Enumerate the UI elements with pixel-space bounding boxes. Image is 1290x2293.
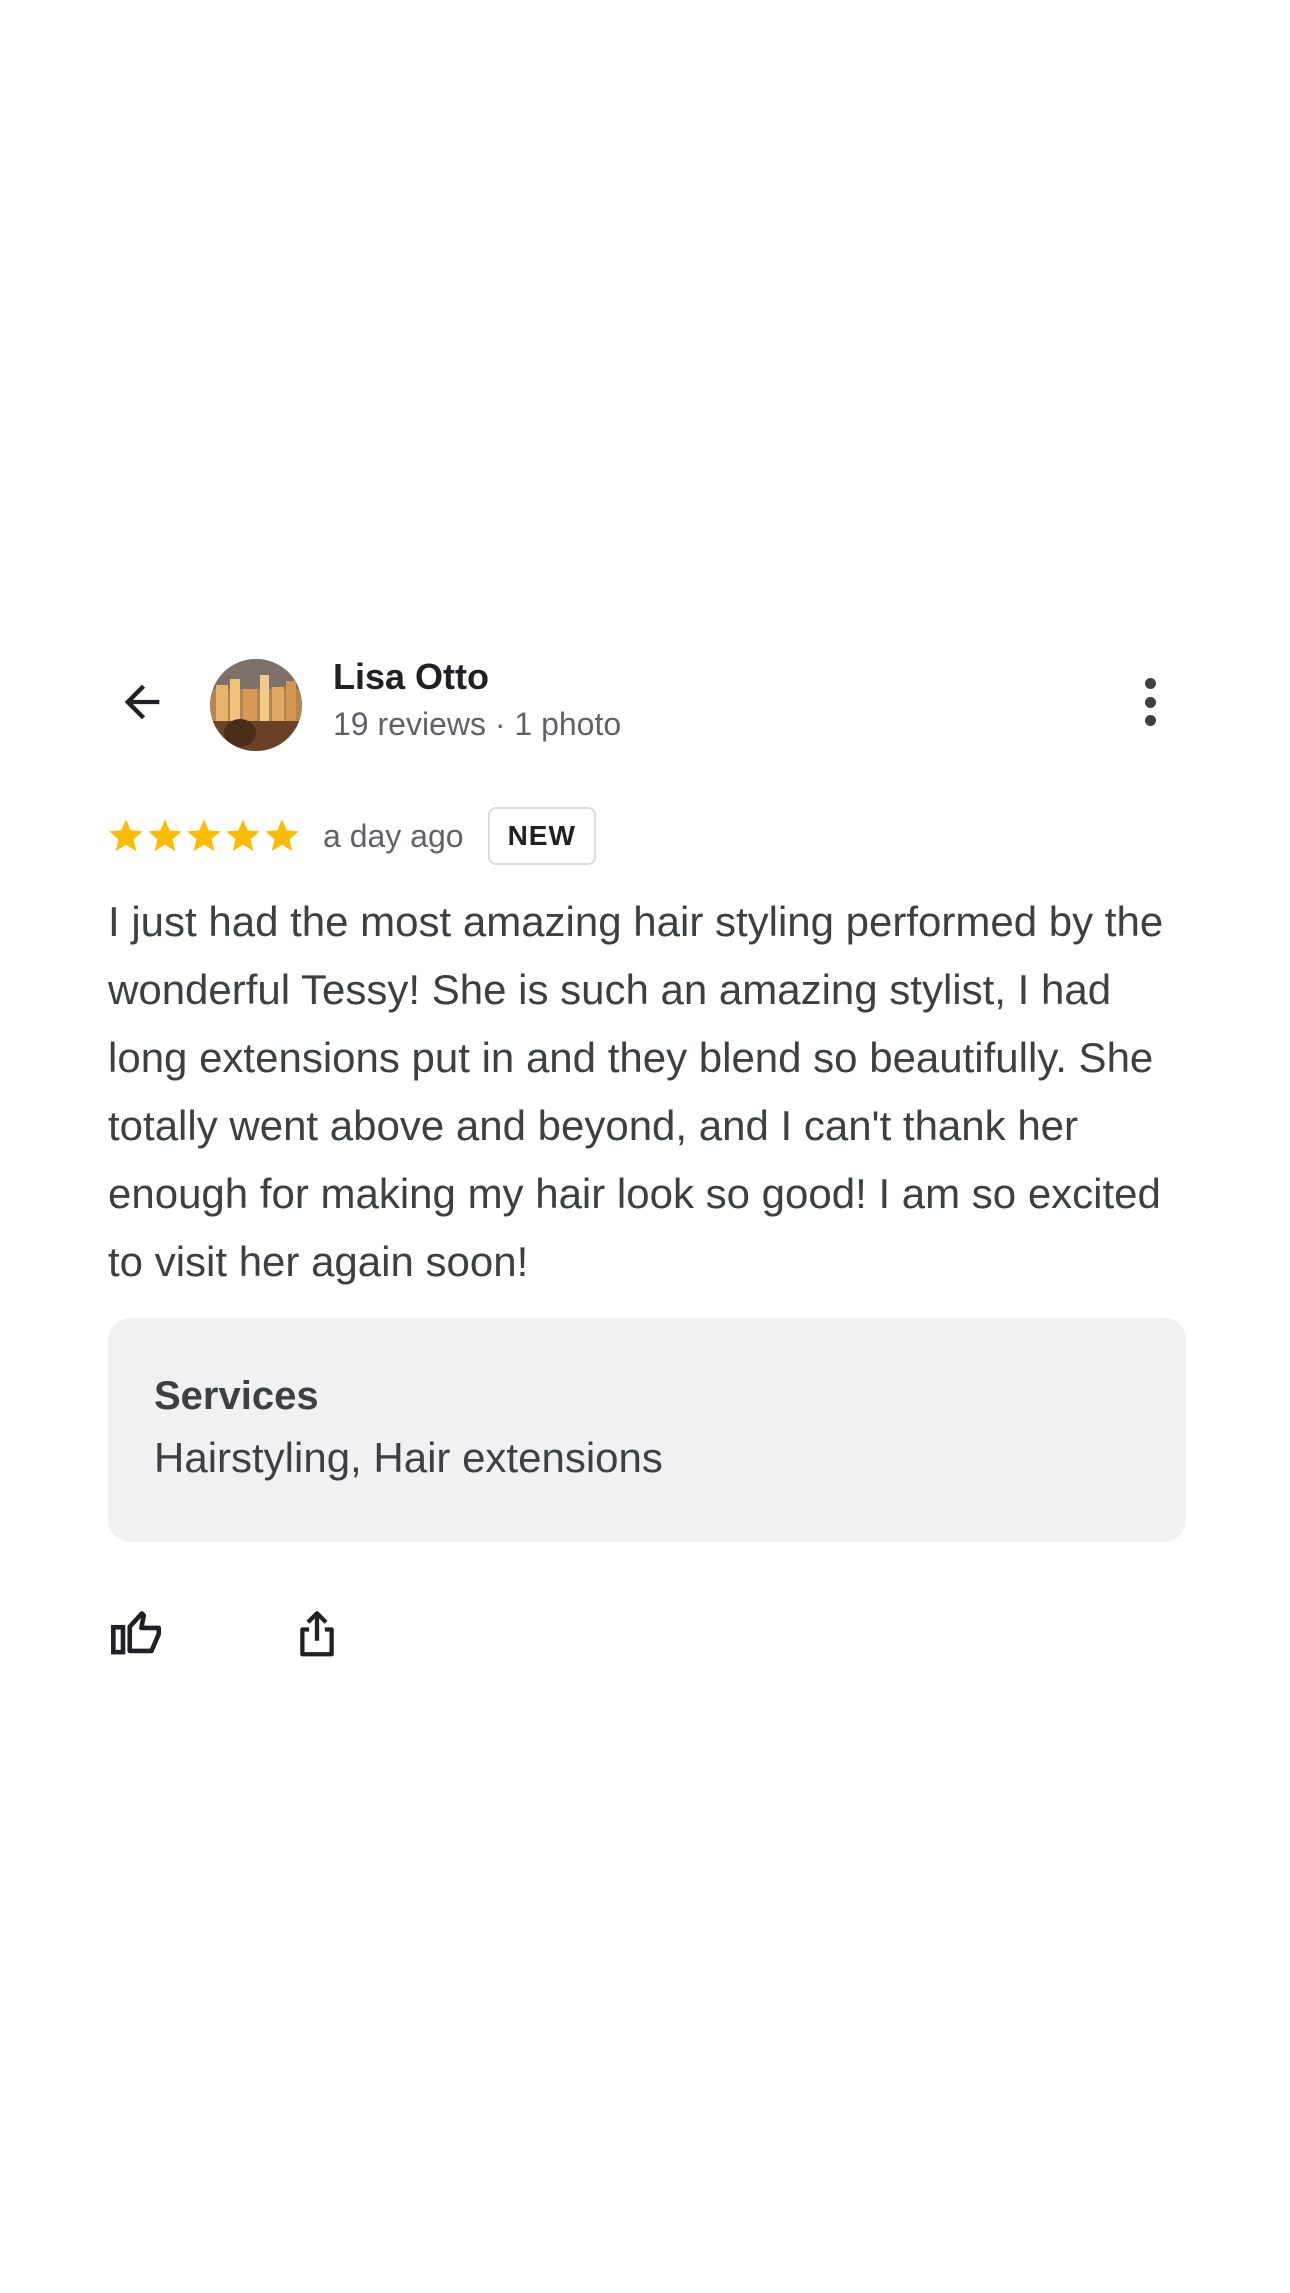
more-options-button[interactable] <box>1130 672 1170 732</box>
share-button[interactable] <box>284 1601 350 1667</box>
share-icon <box>300 1611 334 1657</box>
avatar[interactable] <box>210 659 302 751</box>
star-icon <box>148 819 182 851</box>
star-icon <box>187 819 221 851</box>
new-badge: NEW <box>487 807 596 865</box>
reviewer-name[interactable]: Lisa Otto <box>333 656 489 698</box>
star-icon <box>265 819 299 851</box>
more-vert-icon <box>1144 678 1156 689</box>
star-rating <box>106 816 301 856</box>
back-button[interactable] <box>108 668 176 736</box>
star-icon <box>226 819 260 851</box>
arrow-back-icon <box>124 684 160 720</box>
services-value: Hairstyling, Hair extensions <box>154 1434 663 1481</box>
review-detail: Lisa Otto 19 reviews · 1 photo a day ago… <box>0 0 1290 2293</box>
services-title: Services <box>154 1374 319 1418</box>
like-button[interactable] <box>104 1601 170 1667</box>
rating-row: a day ago NEW <box>106 806 596 866</box>
star-icon <box>109 819 143 851</box>
services-card: Services Hairstyling, Hair extensions <box>108 1318 1186 1542</box>
thumb-up-icon <box>111 1611 162 1655</box>
reviewer-meta[interactable]: 19 reviews · 1 photo <box>333 706 621 743</box>
review-date: a day ago <box>323 817 464 854</box>
more-vert-icon-dot <box>1144 715 1156 726</box>
review-text: I just had the most amazing hair styling… <box>108 898 1164 1285</box>
more-vert-icon-dot <box>1144 696 1156 708</box>
avatar-photo <box>210 659 302 751</box>
